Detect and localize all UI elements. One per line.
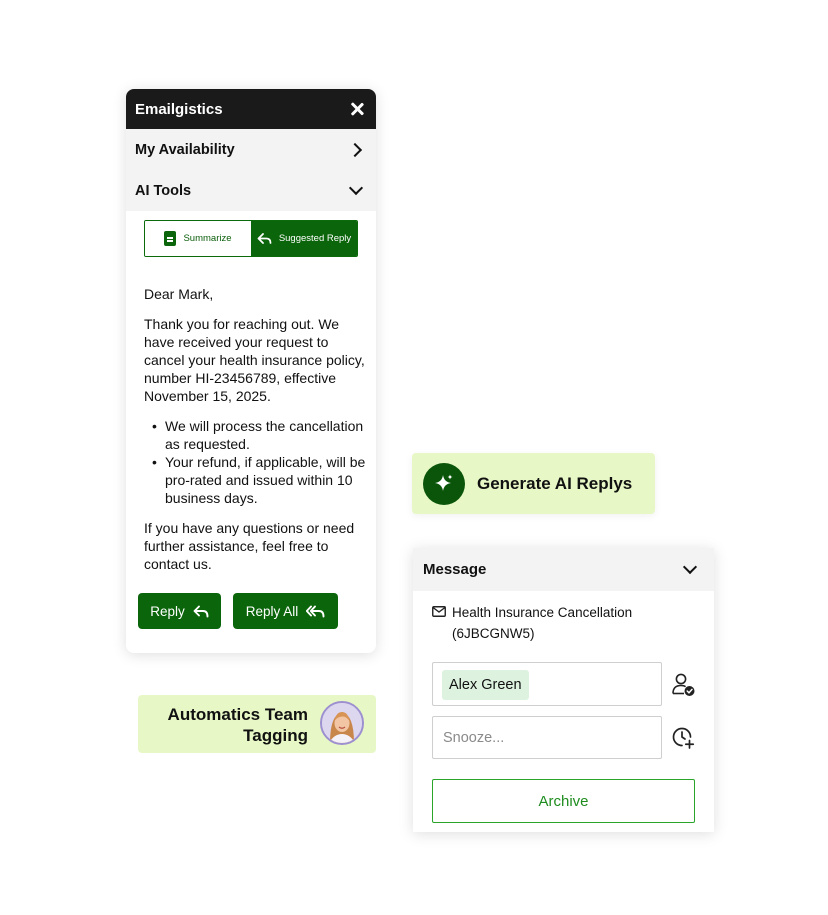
user-check-icon[interactable] <box>671 672 696 697</box>
menu-ai-tools[interactable]: AI Tools <box>126 170 376 211</box>
envelope-icon <box>432 606 446 617</box>
letter-greeting: Dear Mark, <box>144 286 214 302</box>
letter-paragraph-2: If you have any questions or need furthe… <box>144 520 355 572</box>
archive-button-label: Archive <box>538 792 589 810</box>
chevron-down-icon <box>348 180 364 195</box>
assignee-field[interactable]: Alex Green <box>432 662 662 706</box>
team-tagging-label: Automatics Team Tagging <box>168 704 308 746</box>
team-tagging-line-1: Automatics Team <box>167 705 308 724</box>
snooze-field <box>432 716 662 759</box>
message-subject-line-1: Health Insurance Cancellation <box>452 605 633 620</box>
message-panel: Message Health Insurance Cancellation (6… <box>413 548 714 832</box>
reply-button-label: Reply <box>150 603 185 619</box>
message-subject-line-2: (6JBCGNW5) <box>452 626 535 641</box>
reply-all-button[interactable]: Reply All <box>233 593 338 629</box>
clock-plus-icon[interactable] <box>671 726 695 750</box>
reply-all-arrow-icon <box>306 605 325 617</box>
suggested-reply-body: Dear Mark, Thank you for reaching out. W… <box>144 285 366 585</box>
reply-arrow-icon <box>193 605 209 617</box>
snooze-input[interactable] <box>433 717 661 758</box>
panel-title: Emailgistics <box>135 100 223 118</box>
menu-my-availability[interactable]: My Availability <box>126 129 376 170</box>
letter-bullet: We will process the cancellation as requ… <box>144 417 366 453</box>
menu-ai-tools-label: AI Tools <box>135 182 192 199</box>
team-tagging-badge: Automatics Team Tagging <box>138 695 376 753</box>
reply-all-button-label: Reply All <box>245 603 299 619</box>
letter-paragraph-1: Thank you for reaching out. We have rece… <box>144 316 365 404</box>
ai-tools-tabs: Summarize Suggested Reply <box>144 220 358 257</box>
message-header[interactable]: Message <box>413 548 714 591</box>
tab-summarize-label: Summarize <box>183 233 232 244</box>
message-subject: Health Insurance Cancellation (6JBCGNW5) <box>432 602 632 644</box>
message-title: Message <box>423 561 487 578</box>
chevron-right-icon <box>347 142 363 157</box>
chevron-down-icon <box>682 559 698 574</box>
team-tagging-line-2: Tagging <box>243 726 308 745</box>
letter-bullet: Your refund, if applicable, will be pro-… <box>144 453 366 507</box>
avatar <box>320 701 364 745</box>
tab-suggested-reply[interactable]: Suggested Reply <box>251 221 357 256</box>
sparkle-icon <box>423 462 465 505</box>
reply-button[interactable]: Reply <box>138 593 221 629</box>
letter-bullet-list: We will process the cancellation as requ… <box>144 417 366 507</box>
generate-ai-replies-badge: Generate AI Replys <box>412 453 655 514</box>
generate-ai-replies-label: Generate AI Replys <box>477 473 633 493</box>
close-icon[interactable] <box>350 102 364 116</box>
archive-button[interactable]: Archive <box>432 779 695 823</box>
tab-summarize[interactable]: Summarize <box>145 221 251 256</box>
menu-my-availability-label: My Availability <box>135 141 235 158</box>
tab-suggested-reply-label: Suggested Reply <box>278 233 352 244</box>
reply-arrow-icon <box>257 232 272 244</box>
emailgistics-panel: Emailgistics My Availability AI Tools Su… <box>126 89 376 653</box>
assignee-chip[interactable]: Alex Green <box>442 670 529 700</box>
panel-header: Emailgistics <box>126 89 376 129</box>
document-icon <box>164 231 177 246</box>
